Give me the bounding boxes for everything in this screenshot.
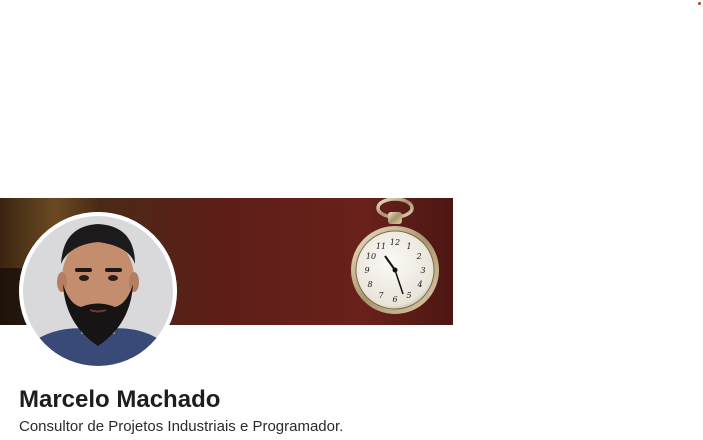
profile-avatar[interactable] <box>19 212 177 370</box>
svg-text:9: 9 <box>364 266 369 275</box>
svg-text:12: 12 <box>390 238 400 247</box>
svg-text:5: 5 <box>406 291 411 300</box>
svg-text:3: 3 <box>420 266 425 275</box>
profile-headline: Consultor de Projetos Industriais e Prog… <box>19 418 344 435</box>
notification-dot <box>698 2 701 5</box>
svg-text:10: 10 <box>366 252 376 261</box>
profile-name: Marcelo Machado <box>19 386 221 413</box>
svg-text:6: 6 <box>392 295 397 304</box>
avatar-photo <box>19 212 177 370</box>
svg-text:11: 11 <box>376 242 386 251</box>
svg-text:8: 8 <box>367 280 372 289</box>
svg-text:4: 4 <box>416 280 422 289</box>
svg-text:2: 2 <box>415 252 421 261</box>
svg-text:1: 1 <box>406 242 411 251</box>
